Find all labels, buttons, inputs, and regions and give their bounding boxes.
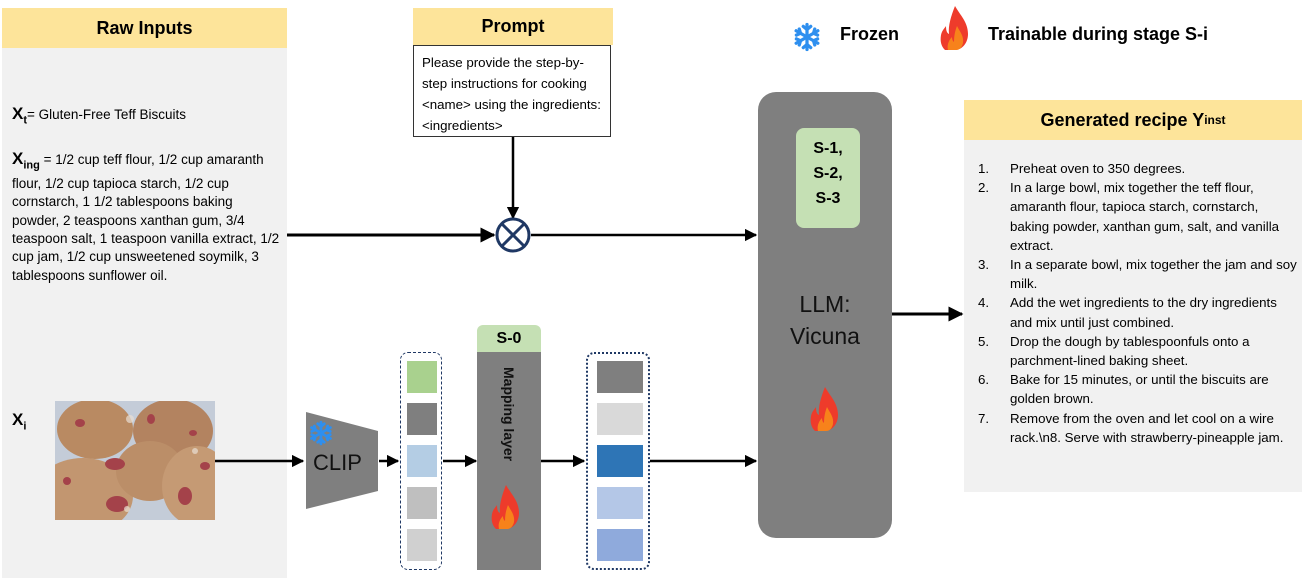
generated-recipe-title: Generated recipe Yinst (964, 100, 1302, 140)
recipe-step-text: Add the wet ingredients to the dry ingre… (1010, 295, 1277, 330)
clip-embedding-cell (407, 487, 437, 519)
mapping-layer-label: Mapping layer (501, 367, 517, 462)
mapping-stage-badge: S-0 (477, 325, 541, 352)
clip-embedding-cell (407, 361, 437, 393)
recipe-step-number: 3. (978, 257, 990, 273)
clip-embedding-cell (407, 403, 437, 435)
mapped-tokens-column (586, 352, 650, 570)
clip-frozen-snowflake-icon (308, 420, 334, 446)
recipe-step-number: 6. (978, 372, 990, 388)
recipe-step: 5. Drop the dough by tablespoonfuls onto … (974, 332, 1299, 370)
clip-label: CLIP (313, 450, 362, 475)
recipe-step-number: 5. (978, 333, 990, 349)
recipe-step-text: Remove from the oven and let cool on a w… (1010, 410, 1284, 445)
clip-embedding-cell (407, 529, 437, 561)
recipe-step-text: Preheat oven to 350 degrees. (1010, 161, 1186, 176)
mapped-token-cell (597, 403, 643, 435)
llm-trainable-flame-icon (810, 387, 840, 431)
mapped-token-cell (597, 487, 643, 519)
recipe-step: 2. In a large bowl, mix together the teff… (974, 178, 1299, 255)
clip-embeddings-column (400, 352, 442, 570)
fusion-operator-icon (495, 217, 531, 253)
mapped-token-cell (597, 445, 643, 477)
mapped-token-cell (597, 529, 643, 561)
recipe-step-text: Bake for 15 minutes, or until the biscui… (1010, 372, 1269, 407)
recipe-step-text: In a separate bowl, mix together the jam… (1010, 257, 1297, 292)
recipe-step: 7. Remove from the oven and let cool on a… (974, 409, 1299, 447)
recipe-steps-list: 1. Preheat oven to 350 degrees. 2. In a lar… (974, 159, 1299, 447)
recipe-step: 6. Bake for 15 minutes, or until the bisc… (974, 370, 1299, 408)
recipe-step-number: 1. (978, 161, 990, 176)
recipe-step-text: Drop the dough by tablespoonfuls onto a … (1010, 333, 1250, 369)
mapping-trainable-flame-icon (491, 485, 521, 529)
clip-embedding-cell (407, 445, 437, 477)
recipe-step-number: 4. (978, 295, 990, 311)
recipe-step-text: In a large bowl, mix together the teff f… (1010, 180, 1280, 253)
recipe-step: 3. In a separate bowl, mix together the j… (974, 255, 1299, 293)
recipe-step: 1. Preheat oven to 350 degrees. (974, 159, 1299, 178)
mapped-token-cell (597, 361, 643, 393)
llm-stages-badge: S-1, S-2, S-3 (796, 128, 860, 228)
recipe-step-number: 2. (978, 180, 990, 196)
recipe-step-number: 7. (978, 410, 990, 426)
recipe-step: 4. Add the wet ingredients to the dry ing… (974, 293, 1299, 331)
llm-label: LLM: Vicuna (790, 291, 860, 349)
